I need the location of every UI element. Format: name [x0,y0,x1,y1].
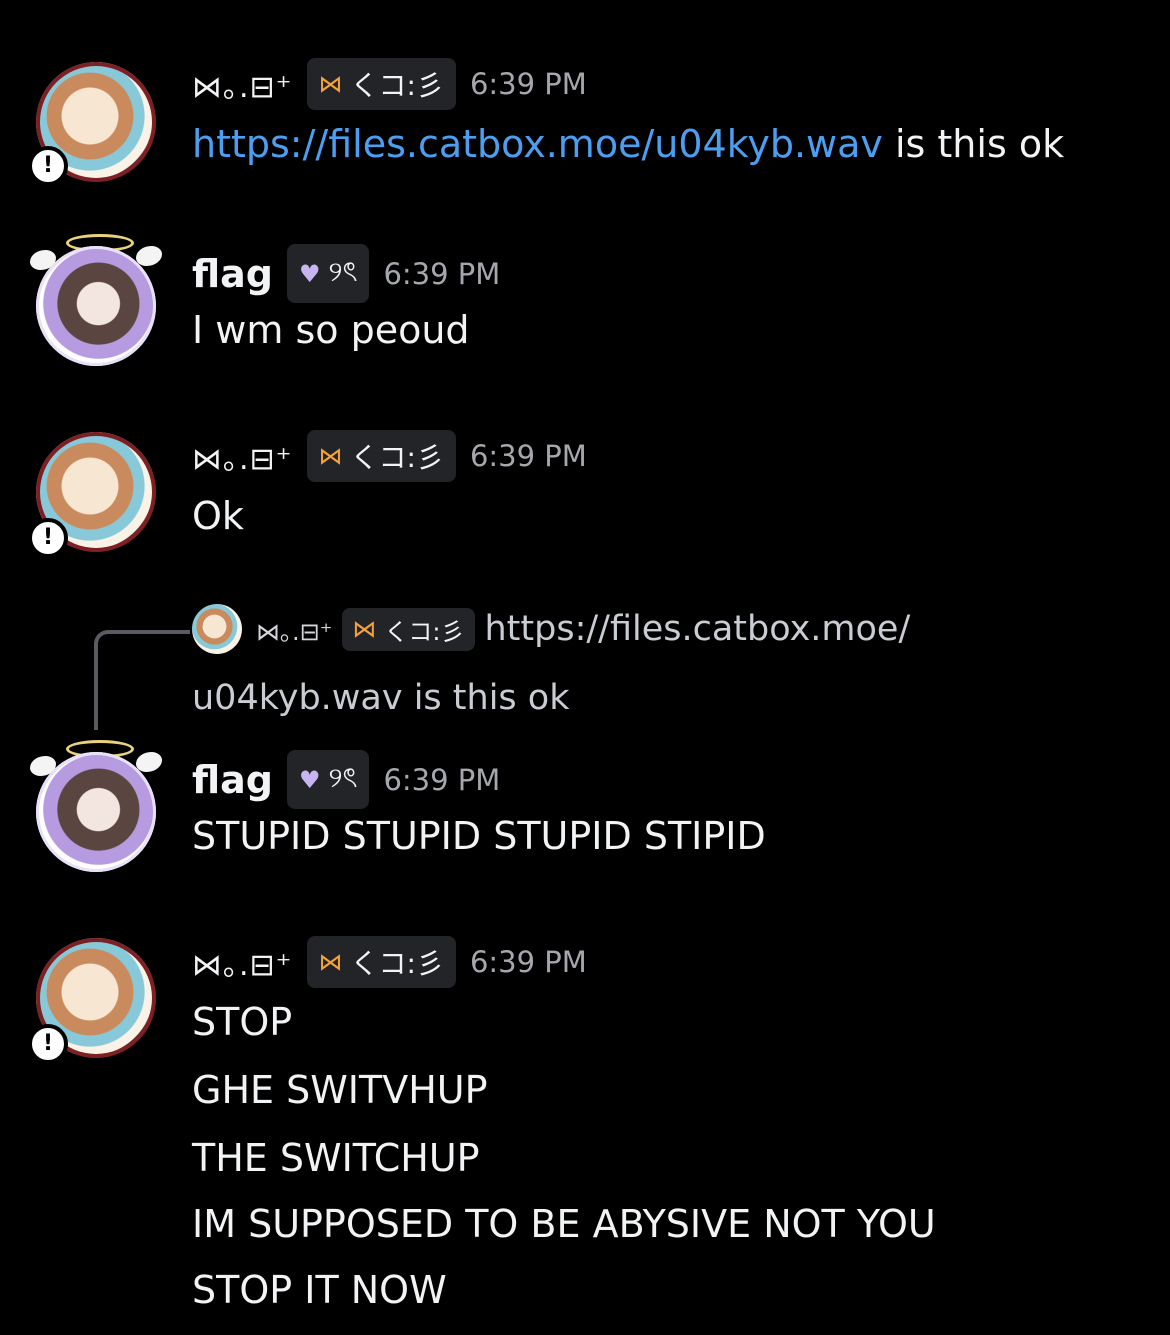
message-line: STOP [192,1000,293,1044]
message-text: https://files.catbox.moe/u04kyb.wav is t… [192,122,1064,166]
butterfly-icon: ⋈ [352,615,377,643]
server-tag[interactable]: ⋈ くコ:彡 [306,58,456,110]
butterfly-icon: ⋈ [318,442,343,470]
username[interactable]: ⋈｡.⊟⁺ [192,940,293,984]
tag-text: ୨ৎ [328,255,358,288]
heart-icon: ♥ [299,259,321,288]
message-link[interactable]: https://files.catbox.moe/u04kyb.wav [192,122,883,166]
server-tag[interactable]: ⋈ くコ:彡 [306,430,456,482]
reply-avatar [192,604,242,654]
avatar[interactable] [36,752,156,872]
username[interactable]: ⋈｡.⊟⁺ [192,434,293,478]
username[interactable]: flag [192,252,273,296]
reply-server-tag: ⋈ くコ:彡 [342,607,475,651]
tag-text: くコ:彡 [350,441,444,474]
reply-text-continued: u04kyb.wav is this ok [192,678,570,718]
reply-username: ⋈｡.⊟⁺ [256,617,333,646]
server-tag[interactable]: ♥ ୨ৎ [287,244,370,303]
alert-icon: ! [28,1024,68,1064]
message-line: GHE SWITVHUP [192,1068,488,1112]
username[interactable]: flag [192,758,273,802]
butterfly-icon: ⋈ [318,948,343,976]
butterfly-icon: ⋈ [318,70,343,98]
reply-preview[interactable]: ⋈｡.⊟⁺ ⋈ くコ:彡 https://files.catbox.moe/ [192,604,910,654]
timestamp: 6:39 PM [383,256,501,291]
timestamp: 6:39 PM [383,762,501,797]
message-line: THE SWITCHUP [192,1136,480,1180]
message-line: STOP IT NOW [192,1268,447,1312]
tag-text: ୨ৎ [328,761,358,794]
message-text: I wm so peoud [192,308,470,352]
message-header: ⋈｡.⊟⁺ ⋈ くコ:彡 6:39 PM [192,58,587,110]
alert-icon: ! [28,518,68,558]
message-text: STUPID STUPID STUPID STIPID [192,814,766,858]
message-line: IM SUPPOSED TO BE ABYSIVE NOT YOU [192,1202,936,1246]
timestamp: 6:39 PM [469,439,587,473]
server-tag[interactable]: ⋈ くコ:彡 [306,936,456,988]
tag-text: くコ:彡 [350,69,444,102]
timestamp: 6:39 PM [469,67,587,101]
heart-icon: ♥ [299,765,321,794]
wing-decoration [136,752,162,772]
message-header: flag ♥ ୨ৎ 6:39 PM [192,244,500,303]
message-header: flag ♥ ୨ৎ 6:39 PM [192,750,500,809]
tag-text: くコ:彡 [350,947,444,980]
message-header: ⋈｡.⊟⁺ ⋈ くコ:彡 6:39 PM [192,936,587,988]
reply-connector [94,630,190,730]
timestamp: 6:39 PM [469,945,587,979]
tag-text: くコ:彡 [384,617,465,646]
reply-text: https://files.catbox.moe/ [484,609,911,649]
username[interactable]: ⋈｡.⊟⁺ [192,62,293,106]
message-header: ⋈｡.⊟⁺ ⋈ くコ:彡 6:39 PM [192,430,587,482]
message-text-tail: is this ok [882,122,1065,166]
alert-icon: ! [28,146,68,186]
server-tag[interactable]: ♥ ୨ৎ [287,750,370,809]
message-text: Ok [192,494,244,538]
wing-decoration [136,246,162,266]
avatar[interactable] [36,246,156,366]
